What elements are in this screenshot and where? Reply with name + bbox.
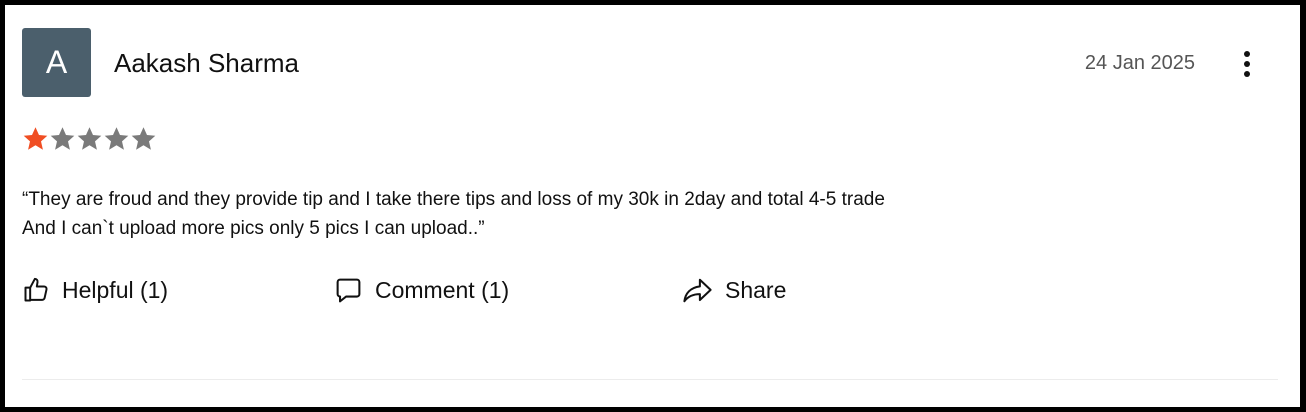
comment-button[interactable]: Comment (1) (334, 275, 509, 305)
star-icon-empty (77, 127, 102, 150)
share-arrow-icon (683, 278, 712, 302)
helpful-button[interactable]: Helpful (1) (22, 275, 168, 305)
more-vertical-icon (1244, 51, 1250, 77)
review-text-line-2: And I can`t upload more pics only 5 pics… (22, 218, 485, 239)
review-text-line-1: “They are froud and they provide tip and… (22, 189, 885, 210)
card-divider (22, 379, 1278, 380)
review-date: 24 Jan 2025 (1084, 52, 1195, 74)
reviewer-name: Aakash Sharma (114, 48, 299, 78)
comment-bubble-icon (336, 278, 361, 302)
more-options-button[interactable] (1231, 48, 1263, 80)
star-icon-empty (104, 127, 129, 150)
star-icon-empty (131, 127, 156, 150)
star-rating (22, 124, 157, 154)
avatar: A (22, 28, 91, 97)
share-button[interactable]: Share (682, 275, 786, 305)
star-icon-filled (23, 127, 48, 150)
review-text: “They are froud and they provide tip and… (22, 185, 1222, 243)
star-icon-empty (50, 127, 75, 150)
share-label: Share (725, 277, 787, 303)
comment-label: Comment (1) (375, 277, 510, 303)
thumbs-up-icon (24, 277, 48, 302)
review-card: A Aakash Sharma 24 Jan 2025 “They are fr… (5, 5, 1300, 407)
helpful-label: Helpful (1) (62, 277, 169, 303)
